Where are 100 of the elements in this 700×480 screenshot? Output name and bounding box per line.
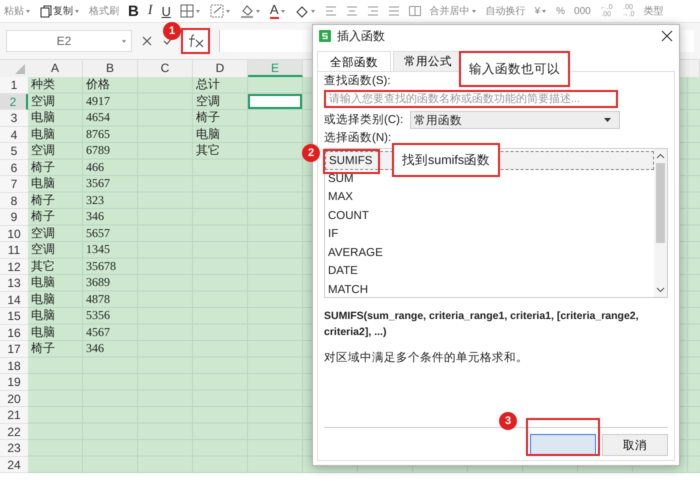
toolbar-button[interactable]: B [126, 1, 141, 21]
text-align-icon [346, 5, 358, 17]
function-description: 对区域中满足多个条件的单元格求和。 [324, 350, 529, 365]
column-header[interactable]: B [83, 60, 138, 77]
toolbar-button[interactable]: 000 [572, 1, 593, 21]
active-cell[interactable] [248, 94, 302, 109]
row-header[interactable]: 22 [0, 424, 28, 440]
table-cell-text: 椅子 [30, 160, 56, 176]
table-cell-text: 电脑 [30, 324, 56, 340]
eraser-icon [294, 4, 309, 18]
scrollbar[interactable] [654, 149, 667, 297]
toolbar-button[interactable]: 复制 [38, 1, 82, 21]
dialog-title: 插入函数 [337, 28, 386, 44]
row-header[interactable]: 13 [0, 275, 28, 292]
table-cell-text: 5657 [85, 226, 111, 242]
row-header[interactable]: 11 [0, 242, 28, 258]
border-grid-icon [180, 4, 194, 18]
paint-bucket-icon [240, 4, 254, 18]
table-cell-text: 椅子 [30, 192, 56, 208]
table-cell-text: 空调 [30, 94, 56, 110]
function-list-item[interactable]: MATCH [325, 280, 654, 299]
table-cell-text: 3689 [85, 275, 111, 291]
function-list-item[interactable]: IF [325, 225, 654, 244]
table-cell-text: 电脑 [30, 292, 56, 308]
table-cell-text: 椅子 [195, 110, 221, 126]
row-header[interactable]: 10 [0, 226, 28, 242]
row-header[interactable]: 3 [0, 110, 28, 126]
toolbar-button[interactable]: ¥ [532, 1, 550, 21]
row-header[interactable]: 16 [0, 324, 28, 341]
row-header[interactable]: 21 [0, 407, 28, 424]
scroll-up-icon [656, 153, 665, 160]
cancel-button[interactable]: 取消 [602, 434, 668, 456]
search-field[interactable]: 请输入您要查找的函数名称或函数功能的简要描述... [324, 90, 618, 108]
toolbar-button[interactable]: 合并居中 [428, 1, 479, 21]
row-header[interactable]: 17 [0, 341, 28, 358]
name-box[interactable]: E2 [6, 30, 132, 52]
table-cell-text: 35678 [85, 258, 117, 274]
text-align-icon [366, 5, 379, 17]
column-header[interactable]: C [138, 60, 193, 77]
scrollbar-thumb[interactable] [656, 163, 665, 243]
row-header[interactable]: 19 [0, 374, 28, 390]
row-header[interactable]: 8 [0, 192, 28, 209]
function-list-item[interactable]: COUNT [325, 206, 654, 225]
toolbar-button[interactable]: % [554, 1, 568, 21]
toolbar-button[interactable]: 自动换行 [484, 1, 528, 21]
toolbar-button[interactable]: I [146, 1, 155, 21]
close-icon [661, 30, 673, 42]
table-cell-text: 空调 [195, 94, 221, 110]
table-cell-text: 6789 [85, 143, 111, 159]
row-header[interactable]: 24 [0, 456, 28, 473]
function-icon [186, 34, 204, 48]
insert-function-button[interactable] [181, 28, 210, 54]
table-cell-text: 电脑 [30, 275, 56, 291]
scroll-down-icon [656, 286, 665, 293]
dialog-tab[interactable]: 全部函数 [317, 51, 391, 71]
row-header[interactable]: 1 [0, 77, 28, 94]
function-list-item[interactable]: MAX [325, 188, 654, 206]
row-header[interactable]: 18 [0, 358, 28, 374]
table-cell-text: 4567 [85, 324, 111, 340]
function-list-item[interactable]: DATE [325, 262, 654, 280]
table-cell-text: 4917 [85, 94, 111, 110]
text-align-icon [388, 5, 400, 17]
row-header[interactable]: 14 [0, 292, 28, 308]
row-header[interactable]: 9 [0, 209, 28, 226]
merge-cells-icon [408, 5, 421, 17]
row-header[interactable]: 15 [0, 308, 28, 324]
row-header[interactable]: 5 [0, 143, 28, 160]
ok-button[interactable] [530, 434, 596, 456]
row-header[interactable]: 23 [0, 440, 28, 456]
table-cell-text: 其它 [195, 143, 221, 159]
column-header[interactable]: A [28, 60, 83, 77]
toolbar-button[interactable]: 类型 [641, 1, 666, 21]
table-cell-text: 3567 [85, 176, 111, 192]
select-all-icon [15, 64, 25, 74]
annotation-callout: 找到sumifs函数 [392, 143, 500, 177]
function-signature: SUMIFS(sum_range, criteria_range1, criteria1, [criteria_range2, criteria2], ...) [324, 309, 640, 340]
function-list-item[interactable]: AVERAGE [325, 244, 654, 262]
table-cell-text: 种类 [30, 77, 56, 93]
table-cell-text: 346 [85, 209, 105, 225]
table-cell-text: 电脑 [30, 308, 56, 324]
row-header[interactable]: 4 [0, 126, 28, 143]
field-label: 选择函数(N): [324, 131, 392, 146]
table-cell-text: 466 [85, 160, 105, 176]
table-cell-text: 1345 [85, 242, 111, 258]
table-cell-text: 其它 [30, 258, 56, 274]
toolbar-button[interactable]: 格式刷 [87, 1, 121, 21]
row-header[interactable]: 20 [0, 390, 28, 407]
table-cell-text: 价格 [85, 77, 111, 93]
table-cell-text: 电脑 [30, 176, 56, 192]
table-cell-text: 空调 [30, 226, 56, 242]
toolbar-button[interactable]: 粘贴 [2, 1, 33, 21]
row-header[interactable]: 6 [0, 160, 28, 176]
row-header[interactable]: 12 [0, 258, 28, 275]
category-dropdown[interactable]: 常用函数 [410, 111, 620, 129]
row-header[interactable]: 7 [0, 176, 28, 192]
caret-icon [121, 38, 127, 44]
table-cell-text: 空调 [30, 143, 56, 159]
toolbar-button[interactable]: A [268, 1, 288, 21]
table-cell-text: 椅子 [30, 209, 56, 225]
toolbar-button[interactable]: U [160, 1, 173, 21]
